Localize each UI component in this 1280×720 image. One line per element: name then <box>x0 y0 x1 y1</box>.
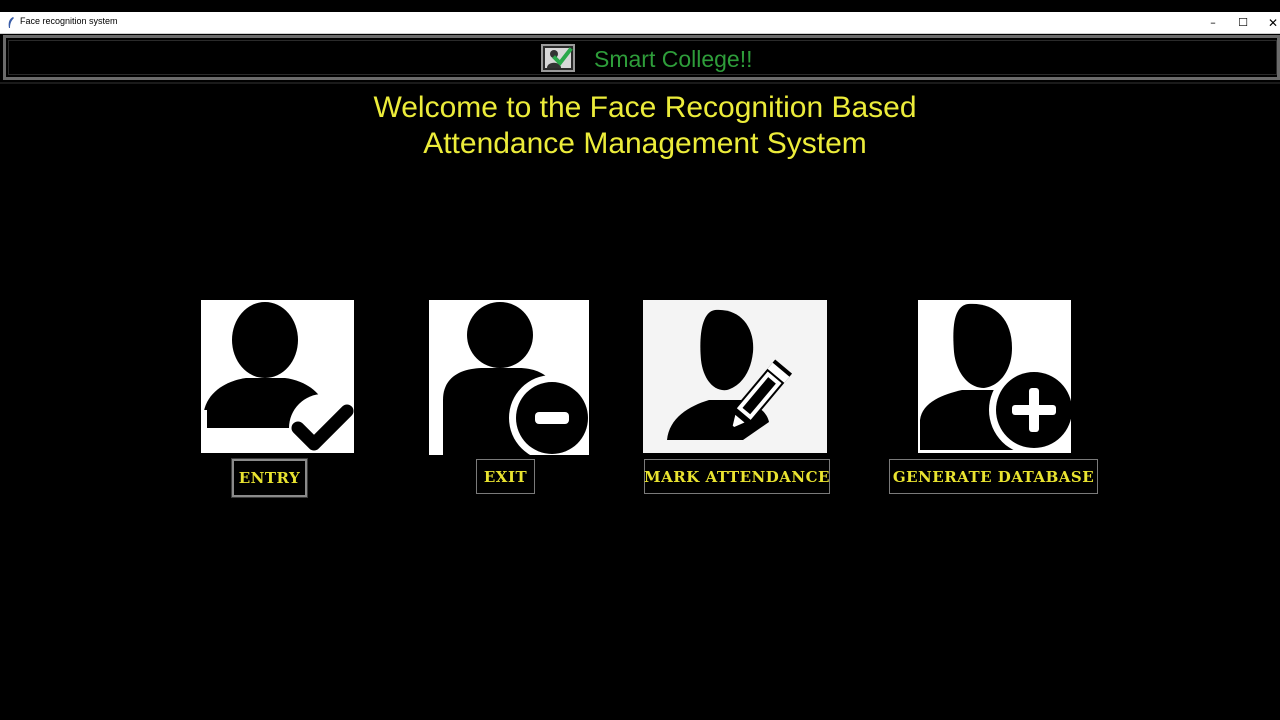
welcome-line-2: Attendance Management System <box>423 127 867 160</box>
checkmark-board-icon <box>541 44 575 72</box>
exit-button[interactable]: EXIT <box>476 459 535 494</box>
header-divider <box>0 82 1280 84</box>
user-add-icon[interactable] <box>918 300 1071 453</box>
entry-button[interactable]: ENTRY <box>231 458 308 498</box>
top-letterbox <box>0 0 1280 12</box>
welcome-heading: Welcome to the Face Recognition Based At… <box>300 90 990 162</box>
header-banner: Smart College!! <box>3 35 1280 80</box>
window-titlebar[interactable]: Face recognition system – ☐ ✕ <box>0 12 1280 34</box>
minimize-button[interactable]: – <box>1198 12 1228 33</box>
welcome-line-1: Welcome to the Face Recognition Based <box>373 91 917 124</box>
user-edit-icon[interactable] <box>643 300 827 453</box>
feather-app-icon <box>6 16 16 29</box>
app-title: Smart College!! <box>594 46 753 72</box>
user-check-icon[interactable] <box>201 300 354 453</box>
generate-database-button[interactable]: GENERATE DATABASE <box>889 459 1098 494</box>
app-screen: Face recognition system – ☐ ✕ Smart Coll… <box>0 0 1280 720</box>
user-minus-icon[interactable] <box>429 300 589 455</box>
maximize-button[interactable]: ☐ <box>1228 12 1258 33</box>
close-button[interactable]: ✕ <box>1258 12 1280 33</box>
mark-attendance-button[interactable]: MARK ATTENDANCE <box>644 459 830 494</box>
window-title: Face recognition system <box>20 16 118 26</box>
